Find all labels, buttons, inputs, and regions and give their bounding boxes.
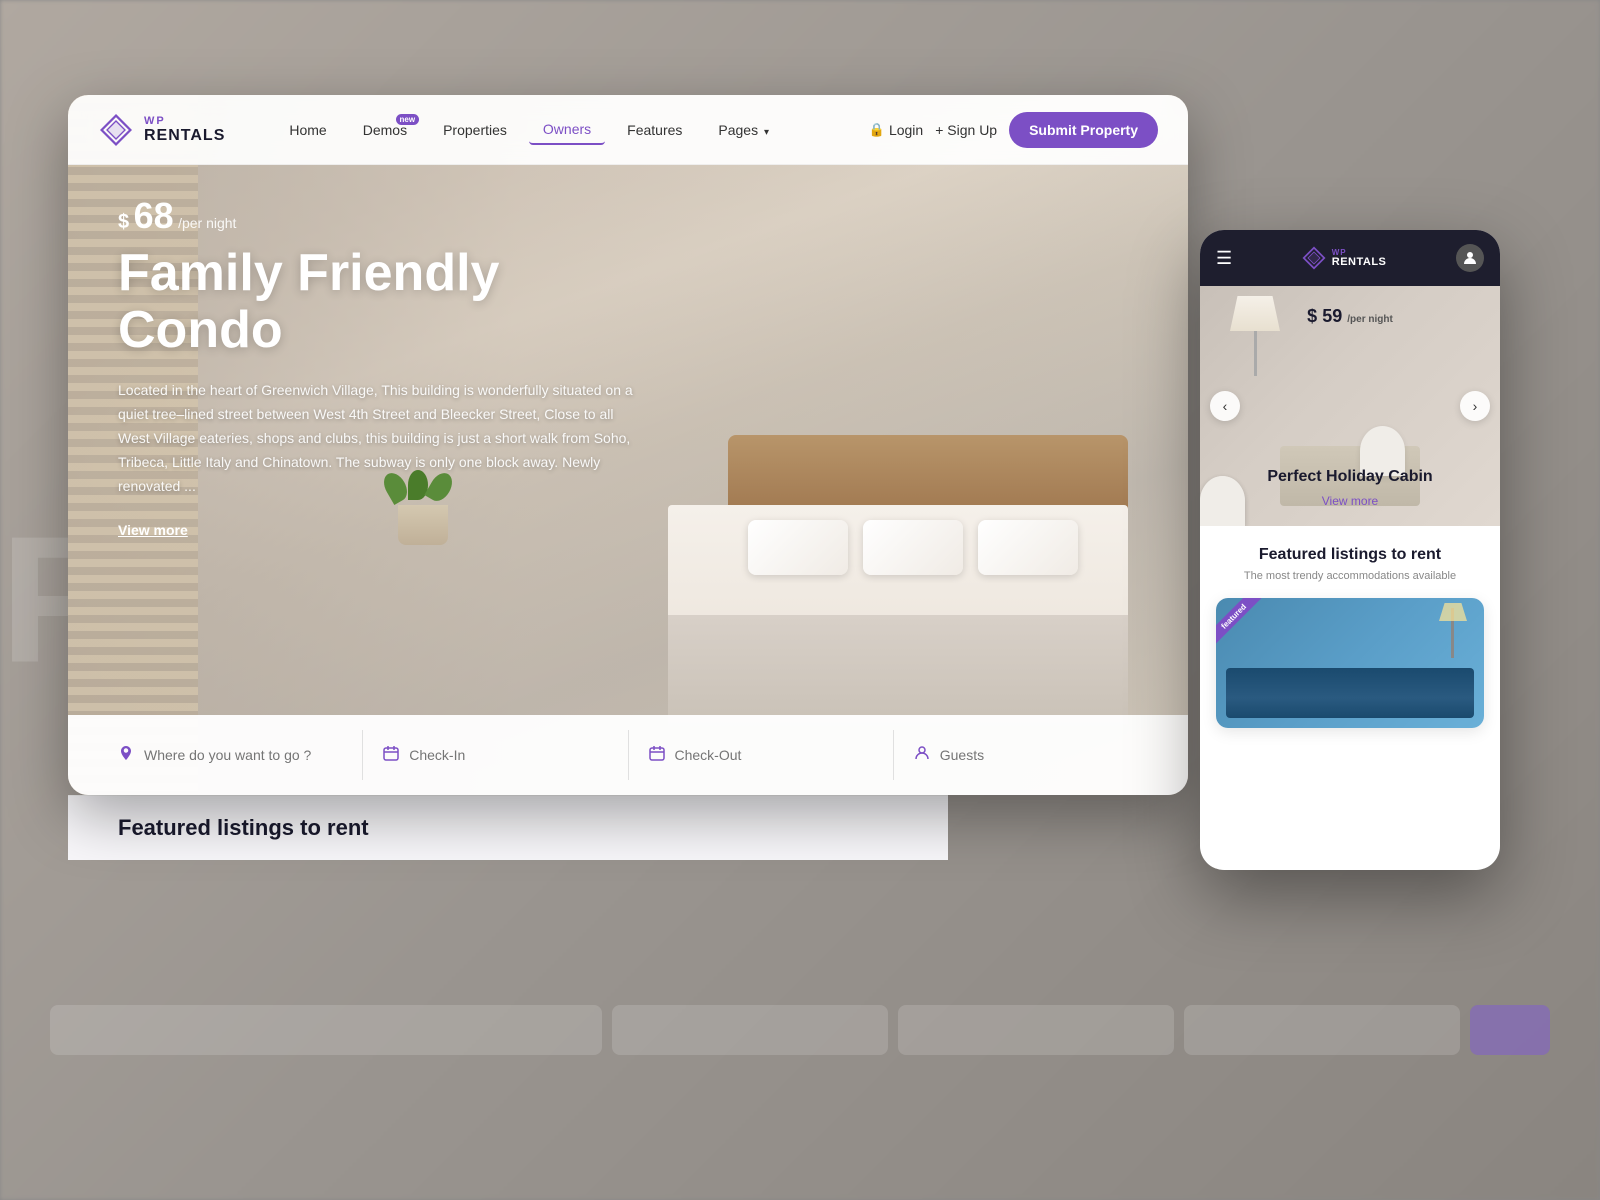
mobile-logo[interactable]: WP RENTALS: [1302, 246, 1387, 270]
featured-listings-title: Featured listings to rent: [118, 815, 369, 841]
search-bar: [68, 715, 1188, 795]
location-icon: [118, 745, 134, 766]
logo-wp: WP: [144, 115, 225, 127]
mobile-next-button[interactable]: ›: [1460, 391, 1490, 421]
mobile-featured-subtitle: The most trendy accommodations available: [1216, 570, 1484, 582]
hero-section: WP RENTALS Home Demos new Properties Own…: [68, 95, 1188, 795]
hero-description: Located in the heart of Greenwich Villag…: [118, 379, 638, 498]
guests-field: [894, 730, 1158, 780]
logo-diamond-icon: [98, 112, 134, 148]
nav-actions: 🔒 Login + Sign Up Submit Property: [869, 112, 1158, 148]
mobile-lamp: [1230, 296, 1280, 376]
mobile-price-amount: $ 59 /per night: [1307, 306, 1393, 327]
mobile-featured-section: Featured listings to rent The most trend…: [1200, 526, 1500, 744]
mobile-property-title: Perfect Holiday Cabin: [1200, 468, 1500, 486]
pillow-2: [863, 520, 963, 575]
mobile-avatar[interactable]: [1456, 244, 1484, 272]
nav-properties[interactable]: Properties: [429, 116, 521, 144]
submit-property-button[interactable]: Submit Property: [1009, 112, 1158, 148]
mobile-hero: ‹ › $ 59 /per night Perfect Holiday Cabi…: [1200, 286, 1500, 526]
mobile-card: ☰ WP RENTALS: [1200, 230, 1500, 870]
guests-input[interactable]: [940, 747, 1138, 763]
view-more-link[interactable]: View more: [118, 522, 188, 538]
price-tag: $ 68 /per night: [118, 195, 638, 237]
price-amount: 68: [134, 195, 174, 236]
sofa-seat: [1226, 698, 1474, 718]
mobile-menu-icon[interactable]: ☰: [1216, 248, 1232, 269]
featured-badge-text: featured: [1216, 598, 1261, 644]
checkout-input[interactable]: [675, 747, 873, 763]
mobile-sofa-decoration: [1226, 668, 1474, 718]
featured-badge: featured: [1216, 598, 1276, 658]
price-per: /per night: [178, 215, 236, 231]
location-field: [98, 730, 363, 780]
mobile-lamp-shade: [1230, 296, 1280, 331]
checkin-input[interactable]: [409, 747, 607, 763]
pillow-3: [978, 520, 1078, 575]
logo-rentals: RENTALS: [144, 127, 225, 145]
sofa-back: [1226, 668, 1474, 698]
pages-dropdown-icon: ▾: [764, 127, 769, 138]
hero-content: $ 68 /per night Family Friendly Condo Lo…: [118, 195, 638, 540]
pillow-1: [748, 520, 848, 575]
hero-title: Family Friendly Condo: [118, 245, 638, 359]
bed-decoration: [668, 435, 1128, 735]
login-link[interactable]: 🔒 Login: [869, 122, 923, 138]
nav-pages[interactable]: Pages ▾: [704, 116, 783, 144]
checkin-field: [363, 730, 628, 780]
signup-link[interactable]: + Sign Up: [935, 122, 997, 138]
checkout-calendar-icon: [649, 745, 665, 766]
checkin-calendar-icon: [383, 745, 399, 766]
logo-area[interactable]: WP RENTALS: [98, 112, 225, 148]
mobile-lamp-stem: [1254, 331, 1257, 376]
background-search-hints: [0, 1000, 1600, 1060]
checkout-field: [629, 730, 894, 780]
lock-icon: 🔒: [869, 122, 885, 138]
mobile-price: $ 59 /per night: [1307, 306, 1393, 327]
mobile-listing-card[interactable]: featured: [1216, 598, 1484, 728]
desktop-card: WP RENTALS Home Demos new Properties Own…: [68, 95, 1188, 795]
mobile-logo-diamond-icon: [1302, 246, 1326, 270]
mobile-featured-title: Featured listings to rent: [1216, 546, 1484, 564]
mobile-logo-rentals: RENTALS: [1332, 257, 1387, 268]
nav-links: Home Demos new Properties Owners Feature…: [275, 115, 868, 145]
bed-headboard: [728, 435, 1128, 515]
guests-icon: [914, 745, 930, 766]
mobile-room-lamp: [1451, 608, 1454, 658]
nav-owners[interactable]: Owners: [529, 115, 605, 145]
price-currency: $: [118, 211, 129, 233]
nav-features[interactable]: Features: [613, 116, 696, 144]
demos-badge: new: [396, 114, 420, 125]
mobile-logo-text: WP RENTALS: [1332, 249, 1387, 268]
bed-mattress: [668, 505, 1128, 735]
mobile-prev-button[interactable]: ‹: [1210, 391, 1240, 421]
mobile-navbar: ☰ WP RENTALS: [1200, 230, 1500, 286]
location-input[interactable]: [144, 747, 342, 763]
mobile-view-more-link[interactable]: View more: [1200, 494, 1500, 508]
featured-bottom-bar: Featured listings to rent: [68, 795, 948, 860]
desktop-navbar: WP RENTALS Home Demos new Properties Own…: [68, 95, 1188, 165]
nav-home[interactable]: Home: [275, 116, 340, 144]
logo-text: WP RENTALS: [144, 115, 225, 145]
nav-demos[interactable]: Demos new: [349, 116, 421, 144]
